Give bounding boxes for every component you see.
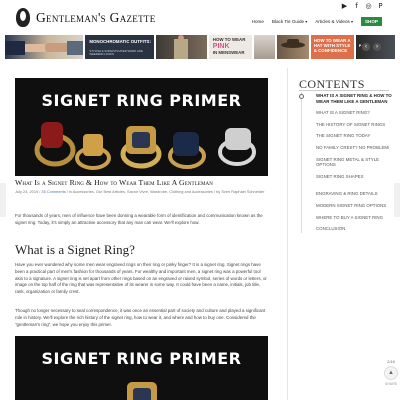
toc-item-engraving[interactable]: ENGRAVING & RING DETAILS <box>301 190 395 198</box>
prev-article-tab[interactable] <box>0 183 6 217</box>
shop-button[interactable]: SHOP <box>360 17 382 26</box>
hat-image <box>281 39 306 48</box>
toc-item-where-to-buy[interactable]: WHERE TO BUY A SIGNET RING <box>301 213 395 222</box>
article-intro: For thousands of years, men of influence… <box>15 213 263 225</box>
banner-tile-handshake[interactable] <box>5 35 84 59</box>
banner-tile-pink[interactable]: HOW TO WEAR PINK IN MENSWEAR <box>208 35 252 59</box>
site-header: Gentleman's Gazette ▶ f ◎ P Home Black T… <box>0 0 400 34</box>
article-meta: July 24, 2019 / 35 Comments / in Accesso… <box>15 189 265 194</box>
article-title: What Is a Signet Ring & How to Wear Them… <box>15 178 213 187</box>
toc-item-wear-like-gentleman[interactable]: WHAT IS A SIGNET RING & HOW TO WEAR THEM… <box>299 92 395 106</box>
sidebar-divider <box>287 68 288 400</box>
signet-ring-icon <box>127 382 157 400</box>
toc-item-conclusion[interactable]: CONCLUSION <box>301 225 395 233</box>
banner-prev-arrow[interactable]: ‹ <box>362 43 370 51</box>
banner-pink-line2: PINK <box>212 43 230 50</box>
section-heading: What is a Signet Ring? <box>15 242 135 257</box>
banner-mono-caption: MONOCHROMATIC OUTFITS: <box>89 39 151 44</box>
promo-banner-strip: MONOCHROMATIC OUTFITS: STYLISH & SOPHIST… <box>5 35 395 59</box>
scroll-up-icon[interactable]: ▲ <box>384 366 398 380</box>
next-article-tab[interactable] <box>394 183 400 217</box>
banner-hat-caption: HOW TO WEAR A HAT WITH STYLE & CONFIDENC… <box>313 38 351 53</box>
toc-item-modern[interactable]: MODERN SIGNET RING OPTIONS <box>301 201 395 210</box>
silhouette-logo-icon <box>16 8 30 27</box>
meta-categories[interactable]: in Accessories, Our Best Articles, Savoi… <box>69 189 213 194</box>
banner-mono-sub: STYLISH & SOPHISTICATED WORK AND WEEKEND… <box>89 49 143 57</box>
youtube-icon[interactable]: ▶ <box>341 3 348 10</box>
nav-black-tie-guide[interactable]: Black Tie Guide <box>272 19 307 24</box>
toc-item-metal-style[interactable]: SIGNET RING METAL & STYLE OPTIONS <box>301 155 395 169</box>
site-logo[interactable]: Gentleman's Gazette <box>16 8 156 27</box>
toc-item-history[interactable]: THE HISTORY OF SIGNET RINGS <box>301 120 395 129</box>
toc-active-dot-icon <box>299 94 304 99</box>
nav-articles-videos[interactable]: Articles & Videos <box>315 19 353 24</box>
second-hero-image: SIGNET RING PRIMER <box>15 336 268 400</box>
hero-image: SIGNET RING PRIMER <box>15 78 268 176</box>
toc-item-no-crest[interactable]: NO FAMILY CREST? NO PROBLEM! <box>301 143 395 152</box>
banner-tile-hat-photo[interactable] <box>277 35 309 59</box>
share-label[interactable]: SHARE <box>385 382 397 386</box>
toc-item-shapes[interactable]: SIGNET RING SHAPES <box>301 172 395 181</box>
logo-text: Gentleman's Gazette <box>36 9 156 25</box>
signet-rings-icon <box>34 122 256 170</box>
page-count: 2/16 <box>387 360 395 364</box>
article-paragraph-2: Though no longer necessary to seal corre… <box>15 308 266 327</box>
banner-tile-pink-photo[interactable] <box>253 35 276 59</box>
banner-pink-line3: IN MENSWEAR <box>212 50 245 55</box>
instagram-icon[interactable]: ◎ <box>365 3 372 10</box>
meta-date: July 24, 2019 <box>15 189 39 194</box>
main-nav: Home Black Tie Guide Articles & Videos S… <box>252 17 382 26</box>
facebook-icon[interactable]: f <box>353 3 360 10</box>
pinterest-icon[interactable]: P <box>377 3 384 10</box>
meta-comments-link[interactable]: 35 Comments <box>41 189 65 194</box>
toc-item-today[interactable]: THE SIGNET RING TODAY <box>301 132 395 140</box>
banner-last-caption: P <box>358 44 362 48</box>
banner-tile-outfit[interactable] <box>155 35 207 59</box>
outfit-image <box>173 35 188 59</box>
article-paragraph-1: Have you ever wondered why some men wear… <box>15 262 267 295</box>
social-links: ▶ f ◎ P <box>341 3 384 10</box>
banner-tile-hat[interactable]: HOW TO WEAR A HAT WITH STYLE & CONFIDENC… <box>310 35 354 59</box>
toc-item-what-is[interactable]: WHAT IS A SIGNET RING? <box>301 109 395 117</box>
banner-next-arrow[interactable]: › <box>373 43 381 51</box>
handshake-image <box>5 41 84 55</box>
banner-tile-monochromatic[interactable]: MONOCHROMATIC OUTFITS: STYLISH & SOPHIST… <box>85 35 154 59</box>
toc-title-underline <box>299 90 389 91</box>
meta-author[interactable]: by Sven Raphael Schneider <box>216 189 264 194</box>
table-of-contents: WHAT IS A SIGNET RING & HOW TO WEAR THEM… <box>299 92 395 233</box>
nav-home[interactable]: Home <box>252 19 264 24</box>
